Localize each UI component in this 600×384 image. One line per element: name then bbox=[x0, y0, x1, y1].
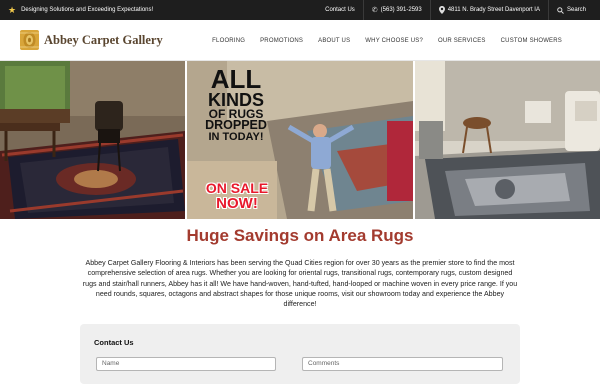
hero-image-rugs-promo: ALL KINDS OF RUGS DROPPED IN TODAY! ON S… bbox=[187, 61, 413, 219]
main-nav: FLOORING PROMOTIONS ABOUT US WHY CHOOSE … bbox=[197, 20, 562, 61]
top-bar: ★ Designing Solutions and Exceeding Expe… bbox=[0, 0, 600, 20]
brand-name: Abbey Carpet Gallery bbox=[44, 32, 163, 47]
search-icon bbox=[557, 6, 564, 14]
tagline: ★ Designing Solutions and Exceeding Expe… bbox=[8, 0, 153, 20]
promo-line: ALL bbox=[210, 64, 262, 94]
sale-line: NOW! bbox=[216, 194, 258, 212]
intro-paragraph: Abbey Carpet Gallery Flooring & Interior… bbox=[82, 259, 518, 309]
site-header: Abbey Carpet Gallery FLOORING PROMOTIONS… bbox=[0, 20, 600, 61]
sale-badge: ON SALE NOW! bbox=[197, 181, 277, 211]
name-field[interactable]: Name bbox=[96, 357, 276, 371]
comments-field[interactable]: Comments bbox=[302, 357, 503, 371]
nav-our-services[interactable]: OUR SERVICES bbox=[438, 38, 486, 44]
address-text: 4811 N. Brady Street Davenport IA bbox=[447, 7, 540, 13]
rug-roll-logo-icon bbox=[20, 30, 39, 50]
phone-icon: ✆ bbox=[371, 7, 378, 14]
contact-form: Contact Us Name Comments bbox=[80, 324, 520, 384]
phone-number: (563) 391-2593 bbox=[380, 7, 422, 13]
nav-promotions[interactable]: PROMOTIONS bbox=[260, 38, 303, 44]
promo-headline: ALL KINDS OF RUGS DROPPED IN TODAY! bbox=[201, 64, 271, 144]
hero-banner: ALL KINDS OF RUGS DROPPED IN TODAY! ON S… bbox=[0, 61, 600, 219]
promo-line: IN TODAY! bbox=[208, 131, 264, 144]
star-icon: ★ bbox=[8, 4, 17, 15]
nav-custom-showers[interactable]: CUSTOM SHOWERS bbox=[501, 38, 562, 44]
contact-us-link[interactable]: Contact Us bbox=[317, 0, 363, 20]
contact-form-title: Contact Us bbox=[94, 338, 134, 347]
page-headline: Huge Savings on Area Rugs bbox=[186, 226, 414, 245]
search-label: Search bbox=[566, 7, 586, 13]
nav-why-choose-us[interactable]: WHY CHOOSE US? bbox=[365, 38, 423, 44]
tagline-text: Designing Solutions and Exceeding Expect… bbox=[21, 7, 154, 13]
hero-image-oriental-rug-room bbox=[0, 61, 185, 219]
map-pin-icon bbox=[438, 6, 445, 14]
sale-line: ON SALE bbox=[205, 180, 269, 196]
hero-image-modern-rug-room bbox=[415, 61, 600, 219]
nav-about-us[interactable]: ABOUT US bbox=[318, 38, 350, 44]
search-link[interactable]: Search bbox=[547, 0, 600, 20]
nav-flooring[interactable]: FLOORING bbox=[212, 38, 245, 44]
phone-link[interactable]: ✆ (563) 391-2593 bbox=[362, 0, 430, 20]
logo[interactable]: Abbey Carpet Gallery bbox=[19, 28, 163, 52]
contact-us-label: Contact Us bbox=[325, 7, 355, 13]
address-link[interactable]: 4811 N. Brady Street Davenport IA bbox=[429, 0, 548, 20]
